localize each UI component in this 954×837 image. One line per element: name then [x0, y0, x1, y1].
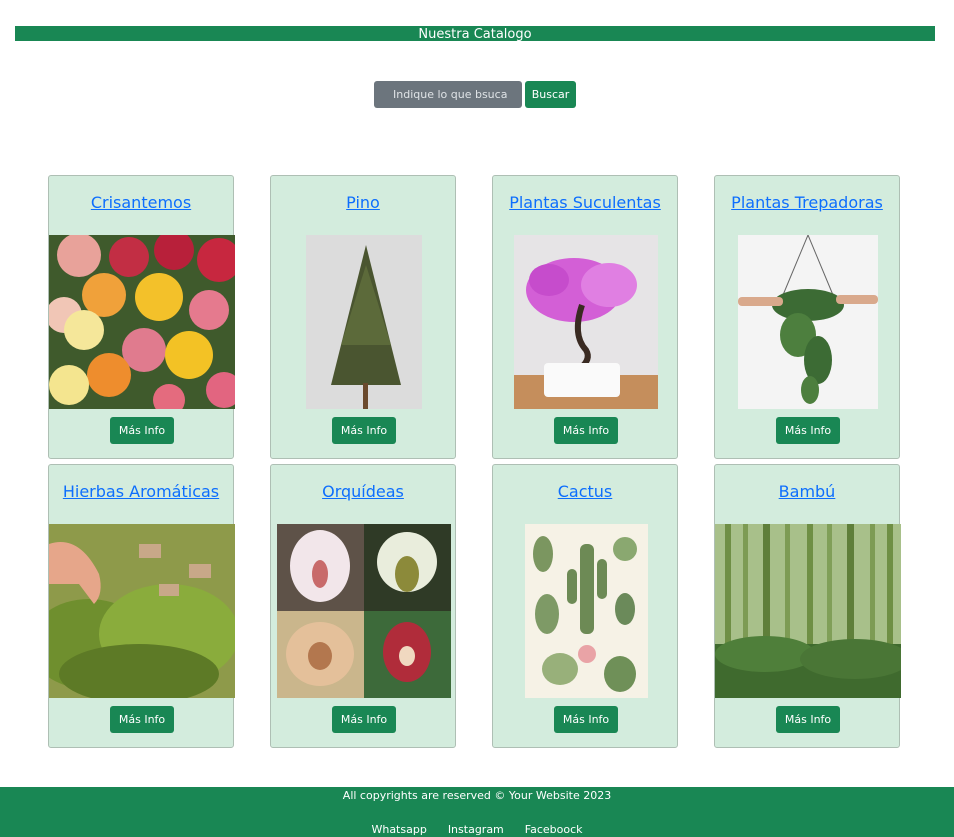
product-card-bambu: Bambú Más Info: [714, 464, 901, 748]
product-card-plantas-suculentas: Plantas Suculentas Más Info: [492, 175, 678, 459]
product-card-pino: Pino Más Info: [270, 175, 456, 459]
card-title-link[interactable]: Pino: [271, 193, 455, 212]
card-title-link[interactable]: Bambú: [715, 482, 899, 501]
pino-image: [306, 235, 422, 409]
page-title: Nuestra Catalogo: [418, 27, 532, 41]
instagram-link[interactable]: Instagram: [448, 823, 504, 836]
search-form: Buscar: [374, 81, 576, 108]
crisantemos-image: [49, 235, 235, 409]
more-info-button[interactable]: Más Info: [110, 417, 174, 444]
hierbas-aromaticas-image: [49, 524, 235, 698]
more-info-button[interactable]: Más Info: [554, 706, 618, 733]
more-info-button[interactable]: Más Info: [554, 417, 618, 444]
orquideas-image: [277, 524, 451, 698]
plantas-trepadoras-image: [738, 235, 878, 409]
more-info-button[interactable]: Más Info: [332, 706, 396, 733]
product-card-orquideas: Orquídeas Más Info: [270, 464, 456, 748]
footer: All copyrights are reserved © Your Websi…: [0, 787, 954, 837]
copyright-text: All copyrights are reserved © Your Websi…: [342, 789, 612, 802]
product-card-hierbas-aromaticas: Hierbas Aromáticas Más Info: [48, 464, 235, 748]
card-title-link[interactable]: Orquídeas: [271, 482, 455, 501]
bambu-image: [715, 524, 901, 698]
more-info-button[interactable]: Más Info: [332, 417, 396, 444]
search-input[interactable]: [374, 81, 522, 108]
product-card-cactus: Cactus Más Info: [492, 464, 678, 748]
card-title-link[interactable]: Cactus: [493, 482, 677, 501]
card-title-link[interactable]: Hierbas Aromáticas: [49, 482, 233, 501]
card-title-link[interactable]: Crisantemos: [49, 193, 233, 212]
plantas-suculentas-image: [514, 235, 658, 409]
product-card-crisantemos: Crisantemos Más Info: [48, 175, 235, 459]
card-title-link[interactable]: Plantas Trepadoras: [715, 193, 899, 212]
card-title-link[interactable]: Plantas Suculentas: [493, 193, 677, 212]
more-info-button[interactable]: Más Info: [110, 706, 174, 733]
more-info-button[interactable]: Más Info: [776, 706, 840, 733]
catalog-title-bar: Nuestra Catalogo: [15, 26, 935, 41]
more-info-button[interactable]: Más Info: [776, 417, 840, 444]
product-card-plantas-trepadoras: Plantas Trepadoras Más Info: [714, 175, 900, 459]
whatsapp-link[interactable]: Whatsapp: [371, 823, 426, 836]
social-links: Whatsapp Instagram Faceboock: [0, 823, 954, 836]
cactus-image: [525, 524, 648, 698]
search-button[interactable]: Buscar: [525, 81, 576, 108]
facebook-link[interactable]: Faceboock: [525, 823, 583, 836]
